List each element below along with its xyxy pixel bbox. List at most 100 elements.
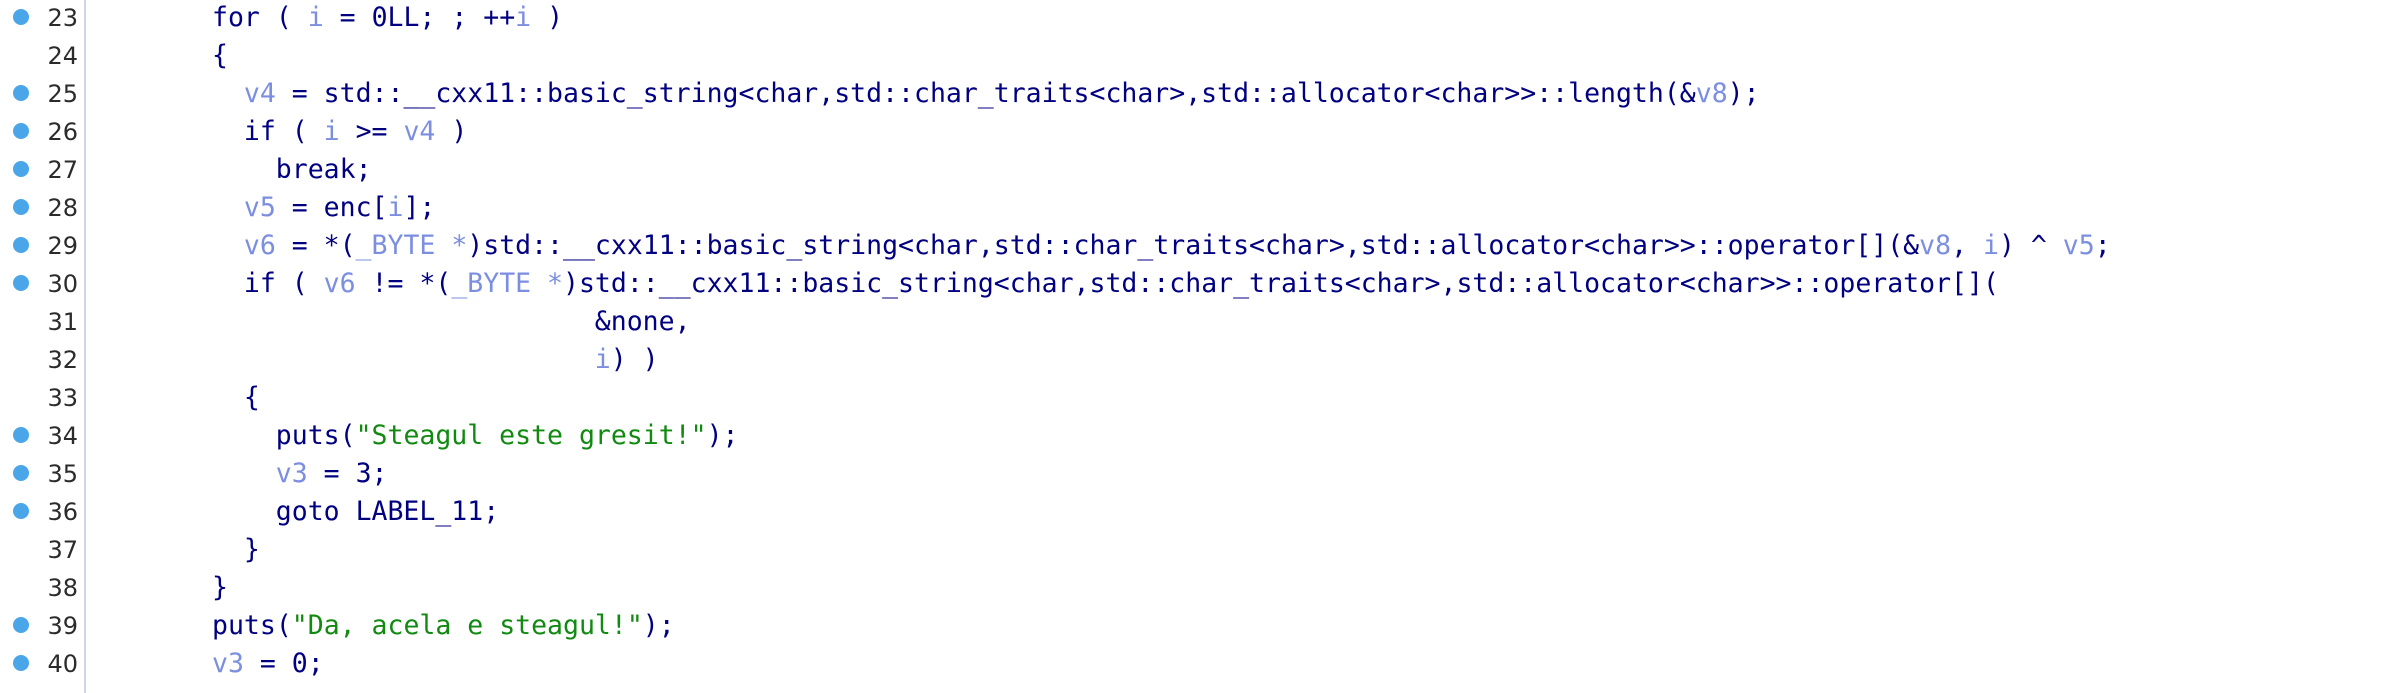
code-line[interactable]: 31 &none,	[0, 304, 2385, 342]
code-token: >=	[339, 116, 404, 147]
code-token: v5	[243, 192, 276, 223]
line-number: 25	[47, 80, 78, 108]
breakpoint-dot-icon[interactable]	[13, 275, 29, 291]
code-line[interactable]: 40 v3 = 0;	[0, 646, 2385, 684]
code-token: if (	[243, 268, 324, 299]
line-number: 24	[47, 42, 78, 70]
line-number: 34	[47, 422, 78, 450]
line-number: 23	[47, 4, 78, 32]
code-line[interactable]: 24 {	[0, 38, 2385, 76]
code-text[interactable]: if ( v6 != *(_BYTE *)std::__cxx11::basic…	[244, 269, 1999, 299]
breakpoint-dot-icon[interactable]	[13, 85, 29, 101]
breakpoint-dot-icon[interactable]	[13, 237, 29, 253]
code-token: v4	[403, 116, 436, 147]
code-token: )std::__cxx11::basic_string<char,std::ch…	[467, 230, 1920, 261]
code-text[interactable]: v3 = 3;	[276, 459, 388, 489]
code-line[interactable]: 26 if ( i >= v4 )	[0, 114, 2385, 152]
code-text[interactable]: puts("Da, acela e steagul!");	[212, 611, 675, 641]
code-token: "Steagul este gresit!"	[355, 420, 707, 451]
code-token: &none,	[594, 306, 691, 337]
code-token: for (	[212, 2, 308, 33]
code-text[interactable]: v5 = enc[i];	[244, 193, 436, 223]
code-line[interactable]: 25 v4 = std::__cxx11::basic_string<char,s…	[0, 76, 2385, 114]
code-token: i	[594, 344, 611, 375]
code-token: ) ^	[1998, 230, 2063, 261]
line-number: 27	[47, 156, 78, 184]
code-text[interactable]: i) )	[595, 345, 659, 375]
line-number: 28	[47, 194, 78, 222]
code-line[interactable]: 36 goto LABEL_11;	[0, 494, 2385, 532]
breakpoint-dot-icon[interactable]	[13, 199, 29, 215]
code-token: )	[435, 116, 468, 147]
code-token: _BYTE *	[451, 268, 564, 299]
line-number: 36	[47, 498, 78, 526]
code-token: = 0LL; ; ++	[323, 2, 516, 33]
code-token: v6	[323, 268, 356, 299]
line-number: 35	[47, 460, 78, 488]
code-token: i	[307, 2, 324, 33]
code-token: ];	[403, 192, 436, 223]
code-token: = *(	[275, 230, 356, 261]
code-line[interactable]: 33 {	[0, 380, 2385, 418]
code-text[interactable]: {	[244, 383, 260, 413]
code-text[interactable]: v4 = std::__cxx11::basic_string<char,std…	[244, 79, 1760, 109]
code-line[interactable]: 28 v5 = enc[i];	[0, 190, 2385, 228]
code-token: v8	[1919, 230, 1952, 261]
code-token: puts(	[212, 610, 292, 641]
code-text[interactable]: }	[212, 573, 228, 603]
code-token: i	[387, 192, 404, 223]
code-text[interactable]: for ( i = 0LL; ; ++i )	[212, 3, 563, 33]
code-line[interactable]: 38}	[0, 570, 2385, 608]
code-line[interactable]: 30 if ( v6 != *(_BYTE *)std::__cxx11::bas…	[0, 266, 2385, 304]
code-line[interactable]: 32 i) )	[0, 342, 2385, 380]
code-line[interactable]: 39 puts("Da, acela e steagul!");	[0, 608, 2385, 646]
code-line[interactable]: 27 break;	[0, 152, 2385, 190]
code-token: = 0;	[243, 648, 324, 679]
code-text[interactable]: }	[244, 535, 260, 565]
code-token: != *(	[355, 268, 452, 299]
code-token: }	[212, 572, 228, 603]
code-token: i	[1982, 230, 1999, 261]
breakpoint-dot-icon[interactable]	[13, 427, 29, 443]
code-token: )	[531, 2, 564, 33]
code-token: = std::__cxx11::basic_string<char,std::c…	[275, 78, 1696, 109]
code-text[interactable]: &none,	[595, 307, 691, 337]
line-number: 38	[47, 574, 78, 602]
line-number: 26	[47, 118, 78, 146]
code-token: v6	[243, 230, 276, 261]
code-line[interactable]: 23 for ( i = 0LL; ; ++i )	[0, 0, 2385, 38]
code-line[interactable]: 37}	[0, 532, 2385, 570]
code-text[interactable]: break;	[276, 155, 372, 185]
code-text[interactable]: v3 = 0;	[212, 649, 324, 679]
code-line[interactable]: 35 v3 = 3;	[0, 456, 2385, 494]
code-text[interactable]: goto LABEL_11;	[276, 497, 499, 527]
code-token: v3	[212, 648, 244, 679]
line-number: 32	[47, 346, 78, 374]
breakpoint-dot-icon[interactable]	[13, 123, 29, 139]
code-token: i	[515, 2, 532, 33]
line-number: 37	[47, 536, 78, 564]
code-line[interactable]: 34 puts("Steagul este gresit!");	[0, 418, 2385, 456]
breakpoint-dot-icon[interactable]	[13, 655, 29, 671]
code-text[interactable]: if ( i >= v4 )	[244, 117, 467, 147]
code-token: v4	[243, 78, 276, 109]
pseudocode-view[interactable]: 23 for ( i = 0LL; ; ++i ) 24{25 v4 = std::_…	[0, 0, 2385, 693]
code-token: }	[243, 534, 260, 565]
breakpoint-dot-icon[interactable]	[13, 503, 29, 519]
code-token: i	[323, 116, 340, 147]
code-token: "Da, acela e steagul!"	[291, 610, 643, 641]
code-token: )std::__cxx11::basic_string<char,std::ch…	[563, 268, 1999, 299]
code-token: if (	[243, 116, 324, 147]
breakpoint-dot-icon[interactable]	[13, 161, 29, 177]
code-text[interactable]: puts("Steagul este gresit!");	[276, 421, 739, 451]
breakpoint-dot-icon[interactable]	[13, 465, 29, 481]
code-line[interactable]: 29 v6 = *(_BYTE *)std::__cxx11::basic_str…	[0, 228, 2385, 266]
breakpoint-dot-icon[interactable]	[13, 9, 29, 25]
code-token: v8	[1695, 78, 1728, 109]
breakpoint-dot-icon[interactable]	[13, 617, 29, 633]
code-token: v3	[275, 458, 308, 489]
code-text[interactable]: v6 = *(_BYTE *)std::__cxx11::basic_strin…	[244, 231, 2111, 261]
line-number: 30	[47, 270, 78, 298]
code-text[interactable]: {	[212, 41, 228, 71]
code-token: {	[243, 382, 260, 413]
